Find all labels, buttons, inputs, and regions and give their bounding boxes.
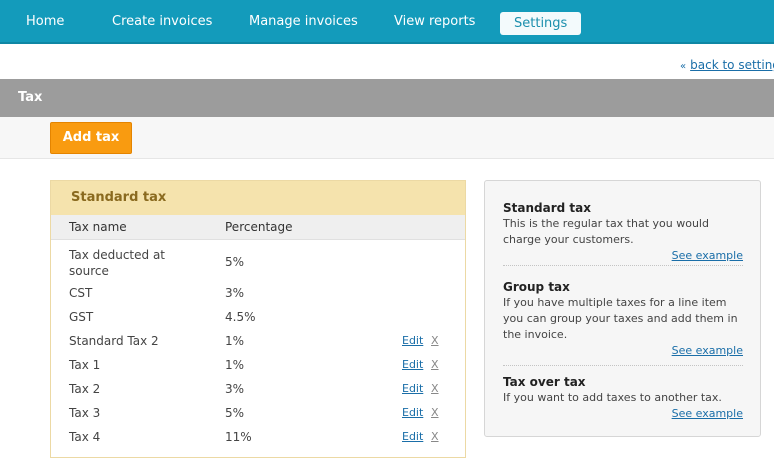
info-title: Tax over tax bbox=[503, 375, 586, 389]
top-navigation-bar: Home Create invoices Manage invoices Vie… bbox=[0, 0, 774, 44]
info-section-tax-over-tax: Tax over tax If you want to add taxes to… bbox=[503, 374, 743, 422]
tax-name-cell: Tax 4 bbox=[69, 430, 101, 444]
edit-tax-link[interactable]: Edit bbox=[402, 357, 423, 373]
back-to-settings-link[interactable]: «back to settings bbox=[680, 58, 774, 72]
tax-name-cell: Tax 3 bbox=[69, 406, 101, 420]
nav-create-invoices[interactable]: Create invoices bbox=[112, 0, 212, 44]
add-tax-button[interactable]: Add tax bbox=[50, 122, 132, 154]
table-row: Tax deducted at source 5% bbox=[51, 243, 465, 281]
delete-tax-link[interactable]: X bbox=[431, 381, 439, 397]
info-description: If you want to add taxes to another tax. bbox=[503, 391, 722, 404]
delete-tax-link[interactable]: X bbox=[431, 405, 439, 421]
info-section-standard-tax: Standard tax This is the regular tax tha… bbox=[503, 200, 743, 264]
info-title: Standard tax bbox=[503, 201, 591, 215]
toolbar: Add tax bbox=[0, 117, 774, 159]
tax-percentage-cell: 3% bbox=[225, 382, 245, 396]
tax-name-cell: Tax 1 bbox=[69, 358, 101, 372]
back-arrow-icon: « bbox=[680, 61, 687, 72]
tax-percentage-cell: 11% bbox=[225, 430, 252, 444]
column-header-tax-name: Tax name bbox=[69, 220, 127, 234]
tax-types-info-panel: Standard tax This is the regular tax tha… bbox=[484, 180, 761, 437]
nav-settings[interactable]: Settings bbox=[500, 12, 582, 35]
standard-tax-heading: Standard tax bbox=[51, 181, 465, 215]
nav-home[interactable]: Home bbox=[26, 0, 64, 44]
tax-name-cell: CST bbox=[69, 286, 93, 300]
tax-percentage-cell: 5% bbox=[225, 255, 245, 269]
divider bbox=[503, 365, 743, 366]
tax-name-cell: Tax 2 bbox=[69, 382, 101, 396]
nav-view-reports[interactable]: View reports bbox=[394, 0, 475, 44]
delete-tax-link[interactable]: X bbox=[431, 333, 439, 349]
info-title: Group tax bbox=[503, 280, 570, 294]
tax-percentage-cell: 5% bbox=[225, 406, 245, 420]
delete-tax-link[interactable]: X bbox=[431, 357, 439, 373]
table-row: Tax 4 11% Edit X bbox=[51, 425, 465, 449]
edit-tax-link[interactable]: Edit bbox=[402, 429, 423, 445]
back-to-settings-label: back to settings bbox=[690, 58, 774, 72]
tax-table-header: Tax name Percentage bbox=[51, 215, 465, 240]
see-example-link[interactable]: See example bbox=[503, 343, 743, 359]
table-row: Tax 3 5% Edit X bbox=[51, 401, 465, 425]
tax-percentage-cell: 1% bbox=[225, 358, 245, 372]
section-title: Tax bbox=[18, 90, 43, 105]
tax-percentage-cell: 1% bbox=[225, 334, 245, 348]
table-row: Tax 1 1% Edit X bbox=[51, 353, 465, 377]
edit-tax-link[interactable]: Edit bbox=[402, 405, 423, 421]
tax-percentage-cell: 3% bbox=[225, 286, 245, 300]
info-description: This is the regular tax that you would c… bbox=[503, 217, 709, 246]
tax-name-cell: GST bbox=[69, 310, 94, 324]
tax-name-cell: Standard Tax 2 bbox=[69, 334, 159, 348]
info-section-group-tax: Group tax If you have multiple taxes for… bbox=[503, 279, 743, 359]
tax-percentage-cell: 4.5% bbox=[225, 310, 256, 324]
table-row: Standard Tax 2 1% Edit X bbox=[51, 329, 465, 353]
edit-tax-link[interactable]: Edit bbox=[402, 381, 423, 397]
table-row: GST 4.5% bbox=[51, 305, 465, 329]
section-title-bar: Tax bbox=[0, 79, 774, 117]
see-example-link[interactable]: See example bbox=[503, 248, 743, 264]
delete-tax-link[interactable]: X bbox=[431, 429, 439, 445]
edit-tax-link[interactable]: Edit bbox=[402, 333, 423, 349]
see-example-link[interactable]: See example bbox=[503, 406, 743, 422]
column-header-percentage: Percentage bbox=[225, 220, 293, 234]
standard-tax-panel: Standard tax Tax name Percentage Tax ded… bbox=[50, 180, 466, 458]
info-description: If you have multiple taxes for a line it… bbox=[503, 296, 738, 341]
nav-manage-invoices[interactable]: Manage invoices bbox=[249, 0, 358, 44]
table-row: CST 3% bbox=[51, 281, 465, 305]
tax-name-cell: Tax deducted at source bbox=[69, 248, 166, 278]
table-row: Tax 2 3% Edit X bbox=[51, 377, 465, 401]
divider bbox=[503, 265, 743, 266]
